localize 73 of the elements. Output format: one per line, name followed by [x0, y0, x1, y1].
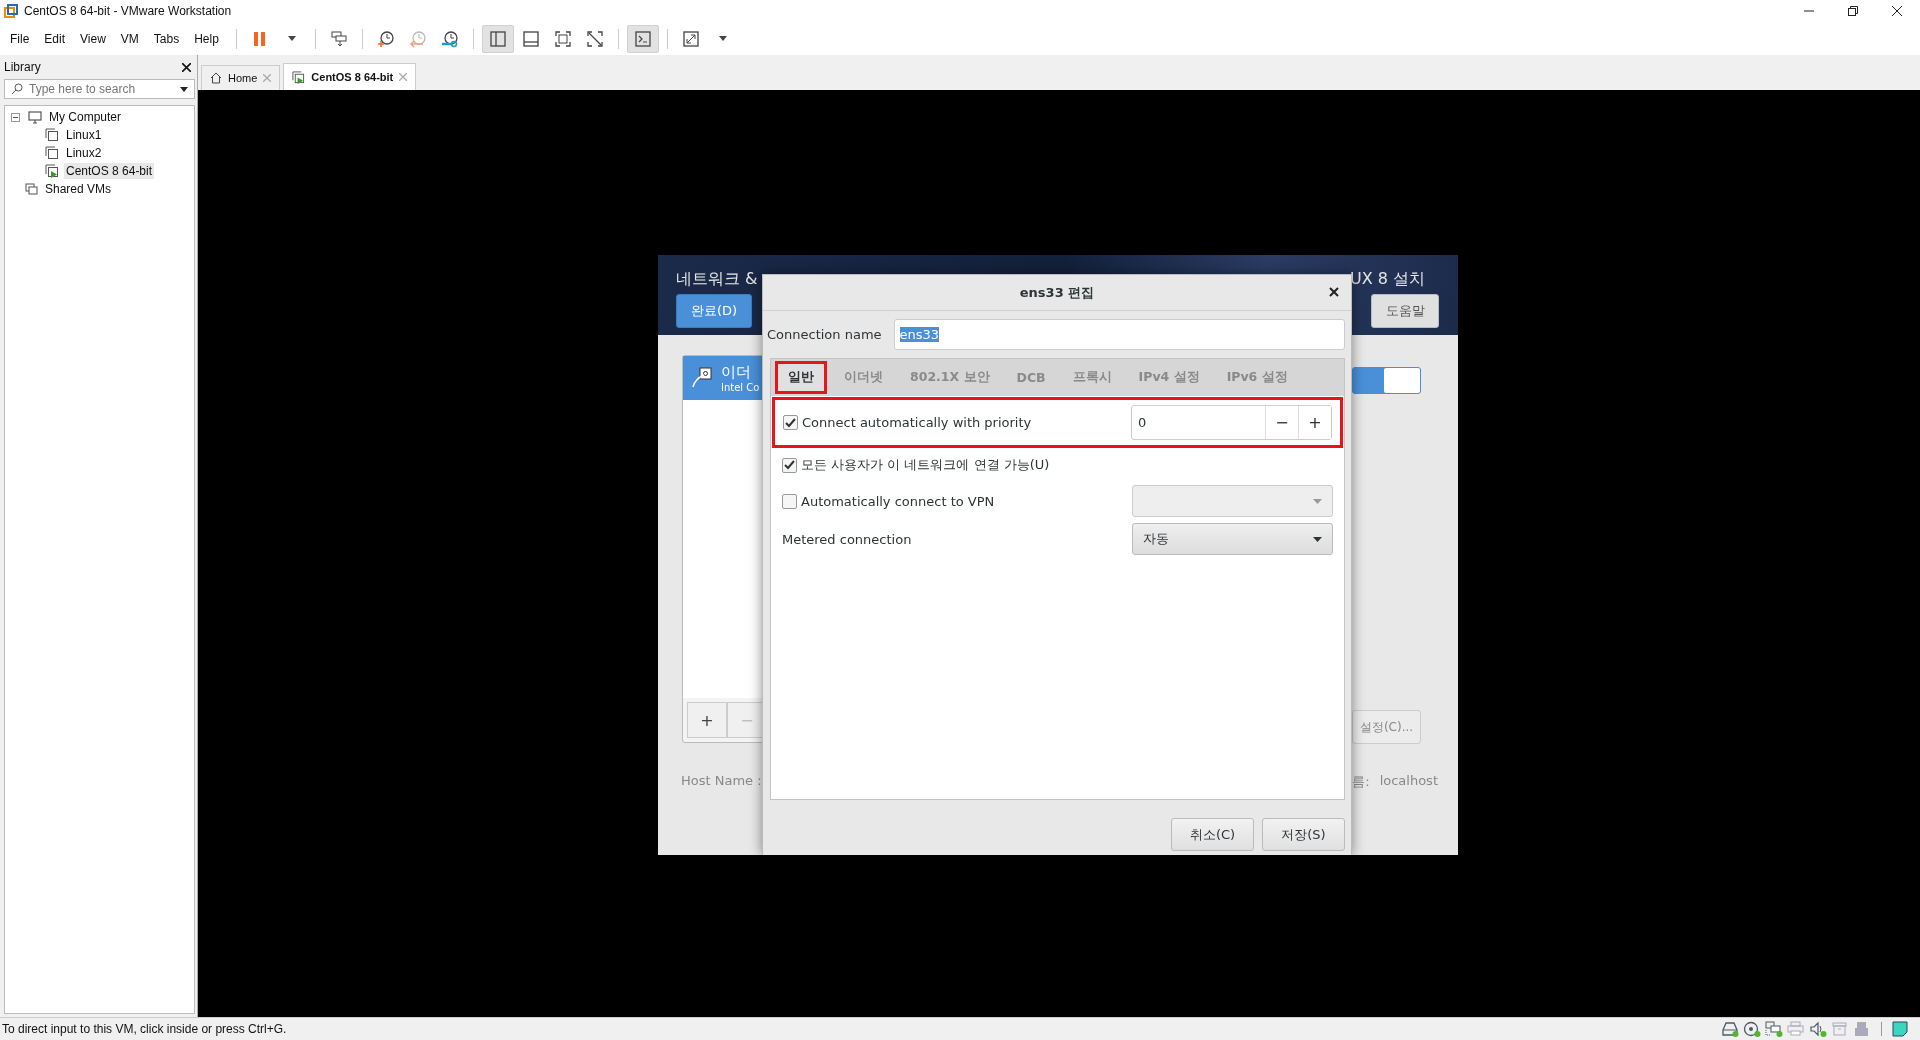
collapse-icon[interactable]	[11, 112, 20, 122]
menu-item[interactable]: VM	[116, 31, 148, 46]
window-title: CentOS 8 64-bit - VMware Workstation	[24, 4, 232, 18]
metered-dropdown[interactable]: 자동	[1132, 523, 1333, 555]
toolbar-button[interactable]	[626, 24, 659, 53]
sidebar-layout-icon[interactable]	[489, 30, 506, 47]
app-logo-icon	[4, 4, 18, 18]
installer-title: 네트워크 &	[676, 269, 758, 290]
tree-item[interactable]: Shared VMs	[43, 181, 114, 197]
setting-label: Metered connection	[782, 531, 912, 547]
caret-icon[interactable]	[287, 36, 296, 41]
running-vm-icon	[292, 70, 306, 84]
toggle-switch[interactable]	[1352, 367, 1421, 394]
sound-device-icon[interactable]	[1809, 1021, 1827, 1037]
menu-item[interactable]: Edit	[40, 31, 75, 46]
current-host-value: localhost	[1379, 773, 1438, 790]
settings-tab[interactable]: 일반	[775, 361, 827, 394]
monitor-icon	[28, 110, 42, 124]
vm-screen[interactable]	[198, 90, 1920, 1017]
clock-wrench-icon[interactable]	[440, 29, 459, 48]
disk-device-icon[interactable]	[1721, 1021, 1739, 1037]
checkbox-label[interactable]: Automatically connect to VPN	[801, 493, 995, 509]
checkbox[interactable]	[782, 457, 797, 473]
menu-item[interactable]: File	[6, 31, 39, 46]
toolbar-button[interactable]	[481, 24, 514, 53]
search-field[interactable]: Type here to search	[4, 79, 195, 99]
home-icon	[210, 72, 222, 84]
host-name-label: Host Name :	[681, 773, 762, 790]
checkbox-label[interactable]: 모든 사용자가 이 네트워크에 연결 가능(U)	[801, 456, 1050, 474]
add-button[interactable]: +	[687, 702, 727, 738]
checkbox[interactable]	[783, 415, 798, 430]
checkbox-label[interactable]: Connect automatically with priority	[802, 415, 1032, 430]
pause-icon[interactable]	[253, 30, 266, 47]
tree-item[interactable]: Linux2	[64, 145, 104, 161]
menu-item[interactable]: Tabs	[149, 31, 189, 46]
connection-name-label: Connection name	[767, 327, 882, 342]
caret-icon	[1313, 536, 1322, 542]
caret-icon[interactable]	[718, 36, 727, 41]
send-keys-icon[interactable]	[329, 30, 348, 47]
device-name: 이더	[721, 363, 752, 382]
caret-icon	[1313, 498, 1322, 504]
menu-item[interactable]: View	[76, 31, 115, 46]
search-icon	[11, 83, 23, 95]
clock-plus-icon[interactable]	[376, 29, 395, 48]
save-button[interactable]: 저장(S)	[1262, 818, 1345, 851]
close-icon[interactable]	[1329, 287, 1339, 297]
dialog-title: ens33 편집	[1019, 283, 1095, 302]
tree-item[interactable]: CentOS 8 64-bit	[64, 163, 155, 179]
menu-item[interactable]: Help	[190, 31, 228, 46]
device-detail: Intel Co	[721, 382, 760, 393]
cd-device-icon[interactable]	[1743, 1021, 1761, 1037]
tree-item[interactable]: Linux1	[64, 127, 104, 143]
network-cable-icon	[691, 367, 713, 389]
tab[interactable]: CentOS 8 64-bit	[283, 63, 417, 90]
cancel-button[interactable]: 취소(C)	[1171, 818, 1254, 851]
help-button[interactable]: 도움말	[1371, 294, 1439, 328]
full-screen-icon[interactable]	[554, 30, 571, 47]
library-title: Library	[4, 60, 41, 74]
current-host-label: 름:	[1352, 773, 1370, 791]
stretch-icon[interactable]	[682, 30, 699, 47]
message-icon[interactable]	[1892, 1021, 1908, 1037]
restore-icon[interactable]	[1848, 6, 1858, 16]
checkbox[interactable]	[782, 493, 797, 509]
shared-vms-icon	[25, 182, 38, 196]
dropdown-caret-icon[interactable]	[180, 86, 188, 92]
tree-item[interactable]: My Computer	[47, 109, 124, 125]
close-icon[interactable]	[182, 62, 191, 72]
bottom-panel-layout-icon[interactable]	[522, 30, 539, 47]
close-icon[interactable]	[1892, 6, 1902, 16]
status-message: To direct input to this VM, click inside or press Ctrl+G.	[2, 1022, 287, 1036]
tab[interactable]: Home	[201, 65, 281, 90]
console-icon[interactable]	[634, 30, 651, 47]
network-device-icon[interactable]	[1765, 1021, 1783, 1037]
